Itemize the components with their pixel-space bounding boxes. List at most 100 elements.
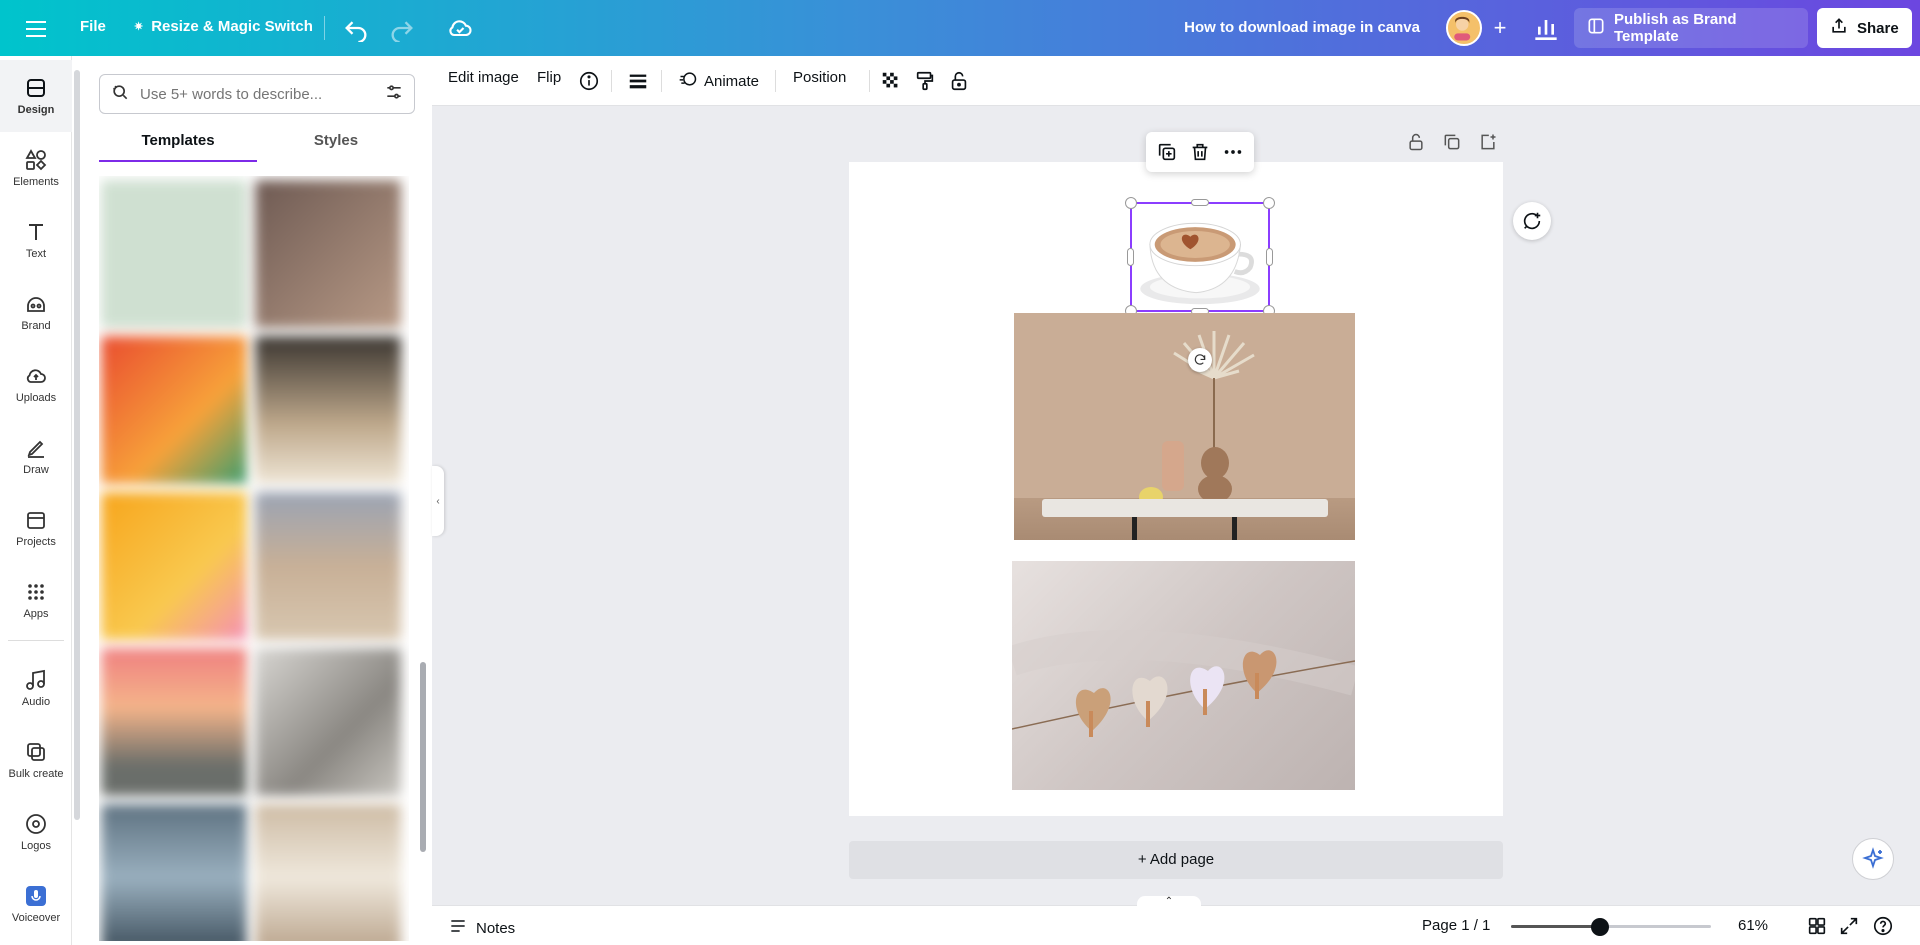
search-input[interactable] [140,85,374,103]
coffee-cup-image[interactable] [1125,197,1275,317]
uploads-icon [26,369,46,383]
notes-label: Notes [476,919,516,937]
bulk-create-icon [27,743,45,761]
publish-brand-template-button[interactable]: Publish as Brand Template [1574,8,1808,48]
paper-hearts-image[interactable] [1012,561,1355,790]
zoom-slider[interactable] [1511,918,1711,936]
projects-icon [27,512,45,529]
file-menu-button[interactable]: File [80,18,106,35]
panel-scrollbar[interactable] [418,164,428,941]
rail-item-logos[interactable]: Logos [0,796,72,868]
lock-page-icon[interactable] [1406,132,1428,154]
panel-outer-scrollbar[interactable] [74,70,80,820]
rail-item-audio[interactable]: Audio [0,652,72,724]
template-search[interactable] [99,74,415,114]
add-page-button[interactable]: + Add page [849,841,1503,879]
resize-handle[interactable] [1266,248,1273,266]
template-tile[interactable] [101,648,247,796]
rail-item-draw[interactable]: Draw [0,420,72,492]
scrollbar-thumb[interactable] [420,662,426,852]
edit-image-button[interactable]: Edit image [448,69,519,86]
resize-handle[interactable] [1191,199,1209,206]
rail-item-apps[interactable]: Apps [0,564,72,636]
tab-styles[interactable]: Styles [257,124,415,162]
collapse-panel-icon[interactable]: ‹ [432,466,444,536]
rail-label: Audio [21,696,51,708]
zoom-slider-fill [1511,925,1600,928]
add-comment-icon[interactable] [1513,202,1551,240]
expand-pages-icon[interactable]: ⌃ [1137,896,1201,910]
info-icon[interactable] [576,68,602,94]
animate-icon [678,69,698,93]
more-options-icon[interactable] [1222,141,1244,163]
template-tile[interactable] [255,180,401,328]
rail-item-uploads[interactable]: Uploads [0,348,72,420]
undo-icon[interactable] [342,14,370,44]
rail-item-brand[interactable]: Brand [0,276,72,348]
rail-item-voiceover[interactable]: Voiceover [0,868,72,940]
avatar[interactable] [1446,10,1482,46]
rail-label: Uploads [15,392,57,404]
help-icon[interactable] [1872,915,1894,937]
delete-icon[interactable] [1189,141,1211,163]
brand-icon [27,297,45,312]
rail-item-text[interactable]: Text [0,204,72,276]
position-button[interactable]: Position [793,69,846,86]
resize-handle[interactable] [1125,197,1137,209]
zoom-slider-thumb[interactable] [1591,918,1609,936]
rail-label: Projects [16,536,56,548]
notes-button[interactable]: Notes [448,916,515,940]
analytics-icon[interactable] [1530,12,1562,44]
add-collaborator-icon[interactable]: + [1486,14,1514,42]
zoom-level[interactable]: 61% [1738,917,1768,934]
template-tile[interactable] [255,336,401,484]
fullscreen-icon[interactable] [1838,915,1860,937]
rail-item-elements[interactable]: Elements [0,132,72,204]
copy-style-icon[interactable] [912,68,938,94]
border-style-icon[interactable] [625,68,651,94]
filter-icon[interactable] [384,82,404,107]
rail-label: Logos [21,840,51,852]
rail-item-design[interactable]: Design [0,60,72,132]
redo-icon[interactable] [388,14,416,44]
publish-label: Publish as Brand Template [1614,11,1737,45]
resize-label: Resize & Magic Switch [151,18,313,35]
document-title[interactable]: How to download image in canva [1184,19,1420,36]
add-page-icon[interactable] [1478,132,1500,154]
animate-label: Animate [704,72,760,90]
template-tile[interactable] [101,336,247,484]
resize-handle[interactable] [1127,248,1134,266]
template-tile[interactable] [255,804,401,941]
menu-icon[interactable] [24,16,48,40]
template-tile[interactable] [255,648,401,796]
tab-templates[interactable]: Templates [99,124,257,162]
resize-magic-switch-button[interactable]: ✷ Resize & Magic Switch [134,18,313,35]
coffee-cup-illustration [1140,222,1260,305]
duplicate-page-icon[interactable] [1442,132,1464,154]
duplicate-icon[interactable] [1156,141,1178,163]
cloud-saved-icon[interactable] [446,14,474,42]
rail-label: Draw [23,464,49,476]
template-tile[interactable] [101,804,247,941]
divider [661,70,662,92]
rail-item-bulk-create[interactable]: Bulk create [0,724,72,796]
flip-button[interactable]: Flip [537,69,561,86]
lock-icon[interactable] [946,68,972,94]
rotate-icon[interactable] [1188,348,1212,372]
grid-view-icon[interactable] [1806,915,1828,937]
paper-hearts-illustration [1012,630,1355,737]
template-tile[interactable] [101,180,247,328]
magic-assistant-icon[interactable] [1852,838,1894,880]
rail-label: Apps [23,608,49,620]
template-tile[interactable] [255,492,401,640]
resize-handle[interactable] [1263,197,1275,209]
vase-table-image[interactable] [1014,313,1355,540]
divider [611,70,612,92]
voiceover-icon [26,886,46,906]
animate-button[interactable]: Animate [678,69,759,93]
template-tile[interactable] [101,492,247,640]
page-indicator[interactable]: Page 1 / 1 [1422,917,1490,934]
rail-item-projects[interactable]: Projects [0,492,72,564]
transparency-icon[interactable] [878,68,904,94]
share-button[interactable]: Share [1817,8,1912,48]
